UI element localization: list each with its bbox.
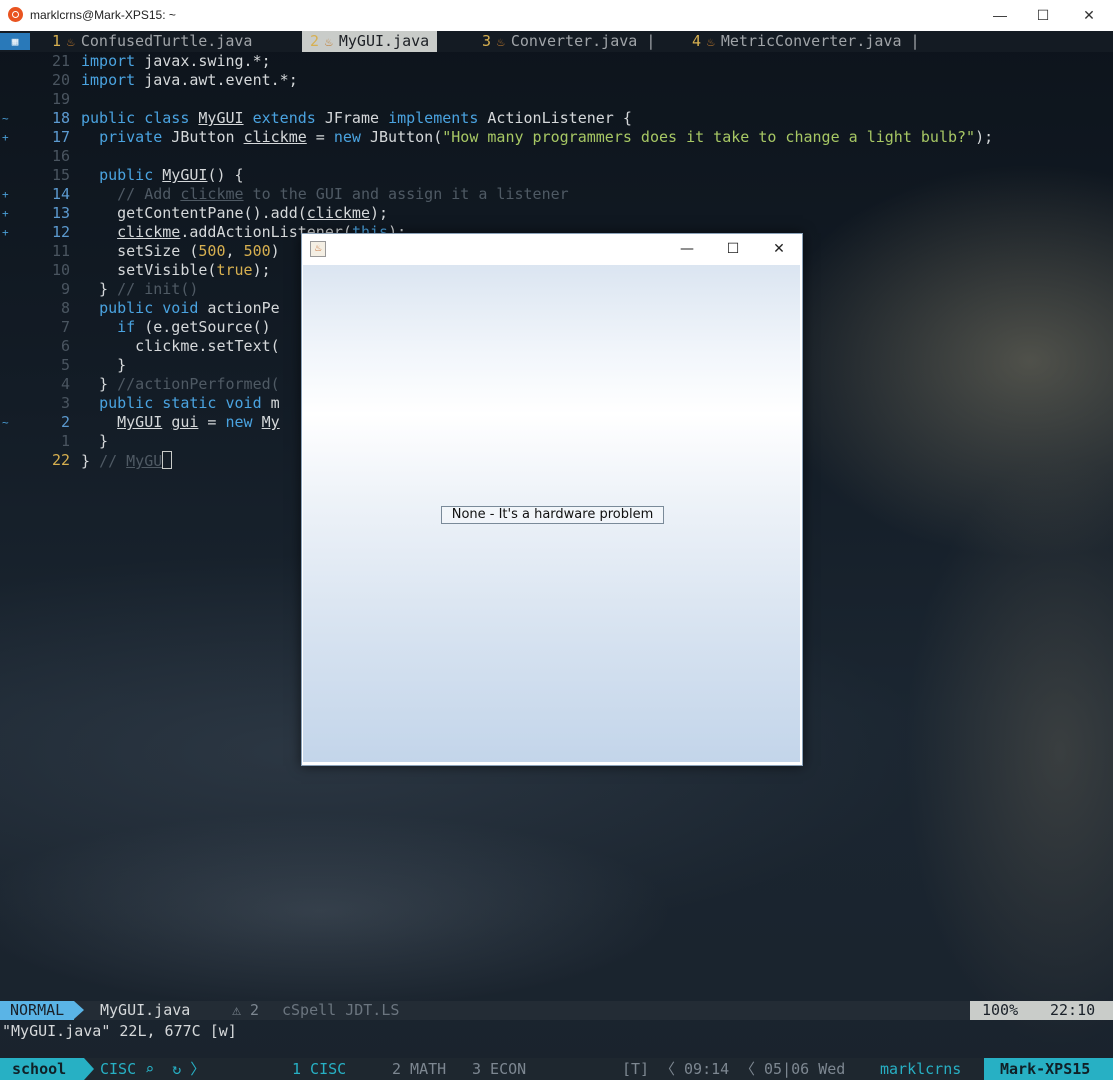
git-change-icon: + (2, 131, 9, 144)
code-line: 15 public MyGUI() { (51, 166, 244, 184)
vim-tabline: ▦ 1 ♨ ConfusedTurtle.java 2 ♨ MyGUI.java 3 ♨ C… (0, 31, 1113, 52)
tmux-window-2[interactable]: 2 MATH (392, 1058, 446, 1080)
clickme-button[interactable]: None - It's a hardware problem (441, 506, 664, 524)
java-icon: ♨ (497, 35, 505, 50)
search-icon: ⌕ (145, 1060, 155, 1078)
code-line: ~18 public class MyGUI extends JFrame imp… (2, 109, 632, 127)
java-content-pane: None - It's a hardware problem (303, 265, 800, 762)
cursor-position: 22:10 (1050, 1001, 1096, 1019)
lsp-tools: cSpell JDT.LS (282, 1001, 400, 1019)
java-icon: ♨ (707, 35, 715, 50)
vim-statusline: NORMAL MyGUI.java ⚠ 2 cSpell JDT.LS 100%… (0, 1001, 1113, 1020)
command-line[interactable]: "MyGUI.java" 22L, 677C [w] (2, 1022, 237, 1041)
java-window[interactable]: ♨ — ☐ ✕ None - It's a hardware problem (301, 233, 803, 766)
git-change-icon: ~ (2, 112, 9, 125)
tmux-clock: 〈 09:14 (660, 1060, 730, 1078)
tmux-date: 〈 05|06 Wed (740, 1060, 846, 1078)
code-line: 19 (51, 90, 70, 108)
java-icon: ♨ (310, 241, 326, 257)
java-minimize-button[interactable]: — (664, 234, 710, 264)
tab-metricconverter[interactable]: 4 ♨ MetricConverter.java | (684, 31, 928, 52)
text-cursor (162, 451, 173, 469)
tmux-window-1[interactable]: 1 CISC (292, 1058, 346, 1080)
code-line: +14 // Add clickme to the GUI and assign… (2, 185, 569, 203)
tmux-session[interactable]: school (0, 1058, 84, 1080)
grid-icon[interactable]: ▦ (0, 33, 30, 50)
tab-mygui[interactable]: 2 ♨ MyGUI.java (302, 31, 438, 52)
java-icon: ♨ (325, 35, 333, 50)
status-filename: MyGUI.java (100, 1001, 191, 1019)
code-line: 21 import javax.swing.*; (51, 52, 271, 70)
tab-confusedturtle[interactable]: 1 ♨ ConfusedTurtle.java (44, 31, 260, 52)
tmux-statusbar: school CISC ⌕ ↻ 〉 1 CISC 2 MATH 3 ECON [… (0, 1058, 1113, 1080)
tmux-window-name: CISC ⌕ ↻ 〉 (100, 1060, 206, 1078)
code-line: 20 import java.awt.event.*; (51, 71, 298, 89)
java-window-titlebar[interactable]: ♨ — ☐ ✕ (302, 234, 802, 264)
warning-count: ⚠ 2 (232, 1001, 260, 1019)
separator-arrow (84, 1058, 94, 1080)
tmux-window-3[interactable]: 3 ECON (472, 1058, 526, 1080)
refresh-icon: ↻ (172, 1060, 182, 1078)
window-title: marklcrns@Mark-XPS15: ~ (30, 8, 176, 22)
code-line: +13 getContentPane().add(clickme); (2, 204, 389, 222)
tmux-user: marklcrns (880, 1060, 962, 1078)
git-change-icon: ~ (2, 416, 9, 429)
mode-indicator: NORMAL (0, 1001, 85, 1020)
tmux-host: Mark-XPS15 (984, 1058, 1113, 1080)
status-position: 100% 22:10 (970, 1001, 1113, 1020)
ubuntu-icon (8, 7, 23, 22)
git-change-icon: + (2, 188, 9, 201)
maximize-button[interactable]: ☐ (1020, 0, 1066, 31)
java-close-button[interactable]: ✕ (756, 234, 802, 264)
git-change-icon: + (2, 226, 9, 239)
close-button[interactable]: ✕ (1066, 0, 1112, 31)
java-maximize-button[interactable]: ☐ (710, 234, 756, 264)
java-icon: ♨ (67, 35, 75, 50)
window-titlebar: marklcrns@Mark-XPS15: ~ — ☐ ✕ (0, 0, 1113, 32)
tmux-flag: [T] (622, 1060, 650, 1078)
tab-converter[interactable]: 3 ♨ Converter.java | (474, 31, 663, 52)
git-change-icon: + (2, 207, 9, 220)
minimize-button[interactable]: — (977, 0, 1023, 31)
scroll-percent: 100% (982, 1001, 1019, 1019)
code-line: 16 (51, 147, 70, 165)
code-line: +17 private JButton clickme = new JButto… (2, 128, 994, 146)
